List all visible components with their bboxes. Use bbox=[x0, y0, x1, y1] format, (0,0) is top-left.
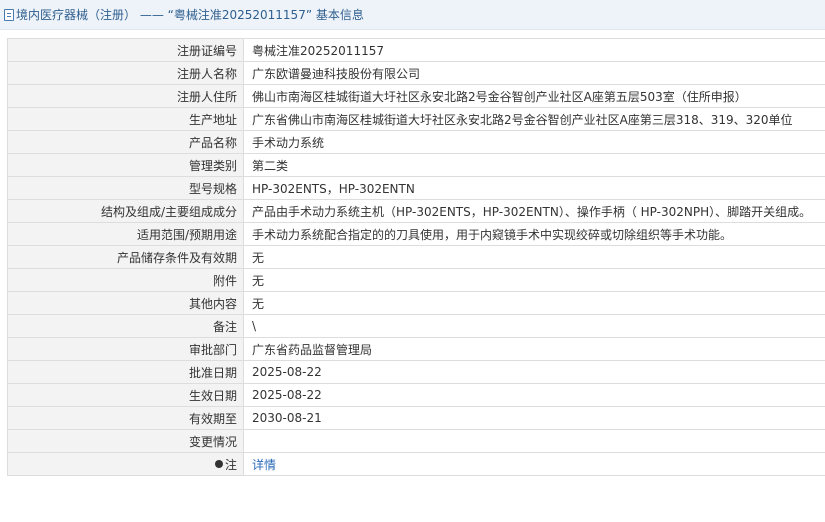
table-row: 审批部门 广东省药品监督管理局 bbox=[7, 337, 825, 361]
table-row: 备注 \ bbox=[7, 314, 825, 338]
row-label: 其他内容 bbox=[7, 291, 244, 315]
row-label: 变更情况 bbox=[7, 429, 244, 453]
row-label: 批准日期 bbox=[7, 360, 244, 384]
table-row: 生产地址 广东省佛山市南海区桂城街道大圩社区永安北路2号金谷智创产业社区A座第三… bbox=[7, 107, 825, 131]
row-label: 注册证编号 bbox=[7, 38, 244, 62]
page-title: 境内医疗器械（注册） —— “粤械注准20252011157” 基本信息 bbox=[16, 8, 364, 22]
row-label: 生产地址 bbox=[7, 107, 244, 131]
table-row: 结构及组成/主要组成成分 产品由手术动力系统主机（HP-302ENTS，HP-3… bbox=[7, 199, 825, 223]
row-label: 附件 bbox=[7, 268, 244, 292]
document-icon bbox=[4, 8, 14, 21]
table-row: 其他内容 无 bbox=[7, 291, 825, 315]
row-value: 2025-08-22 bbox=[243, 360, 825, 384]
row-label: 注册人名称 bbox=[7, 61, 244, 85]
table-row: 适用范围/预期用途 手术动力系统配合指定的的刀具使用，用于内窥镜手术中实现绞碎或… bbox=[7, 222, 825, 246]
table-row: 生效日期 2025-08-22 bbox=[7, 383, 825, 407]
row-value: 手术动力系统 bbox=[243, 130, 825, 154]
table-row: 注册人名称 广东欧谱曼迪科技股份有限公司 bbox=[7, 61, 825, 85]
table-row: 产品名称 手术动力系统 bbox=[7, 130, 825, 154]
row-label: 有效期至 bbox=[7, 406, 244, 430]
info-table-container: 注册证编号 粤械注准20252011157 注册人名称 广东欧谱曼迪科技股份有限… bbox=[7, 38, 825, 476]
row-value: 2025-08-22 bbox=[243, 383, 825, 407]
row-label: 注册人住所 bbox=[7, 84, 244, 108]
row-value: 广东欧谱曼迪科技股份有限公司 bbox=[243, 61, 825, 85]
bulb-icon bbox=[214, 460, 223, 468]
note-label: 注 bbox=[224, 457, 237, 472]
row-label: 审批部门 bbox=[7, 337, 244, 361]
row-value: 手术动力系统配合指定的的刀具使用，用于内窥镜手术中实现绞碎或切除组织等手术功能。 bbox=[243, 222, 825, 246]
table-row: 型号规格 HP-302ENTS，HP-302ENTN bbox=[7, 176, 825, 200]
details-link[interactable]: 详情 bbox=[252, 458, 276, 472]
row-value: 无 bbox=[243, 291, 825, 315]
table-row: 管理类别 第二类 bbox=[7, 153, 825, 177]
row-value: 产品由手术动力系统主机（HP-302ENTS，HP-302ENTN）、操作手柄（… bbox=[243, 199, 825, 223]
table-row: 附件 无 bbox=[7, 268, 825, 292]
row-label: 适用范围/预期用途 bbox=[7, 222, 244, 246]
note-value-cell: 详情 bbox=[243, 452, 825, 476]
row-label: 管理类别 bbox=[7, 153, 244, 177]
row-value: 2030-08-21 bbox=[243, 406, 825, 430]
row-label: 产品名称 bbox=[7, 130, 244, 154]
row-value: 第二类 bbox=[243, 153, 825, 177]
row-value: 粤械注准20252011157 bbox=[243, 38, 825, 62]
note-row: 注 详情 bbox=[7, 452, 825, 476]
row-value: 无 bbox=[243, 245, 825, 269]
row-value: 广东省佛山市南海区桂城街道大圩社区永安北路2号金谷智创产业社区A座第三层318、… bbox=[243, 107, 825, 131]
note-label-cell: 注 bbox=[7, 452, 244, 476]
row-label: 型号规格 bbox=[7, 176, 244, 200]
table-row: 批准日期 2025-08-22 bbox=[7, 360, 825, 384]
row-label: 产品储存条件及有效期 bbox=[7, 245, 244, 269]
row-value: 无 bbox=[243, 268, 825, 292]
table-row: 注册证编号 粤械注准20252011157 bbox=[7, 38, 825, 62]
table-row: 有效期至 2030-08-21 bbox=[7, 406, 825, 430]
table-row: 变更情况 bbox=[7, 429, 825, 453]
row-value: HP-302ENTS，HP-302ENTN bbox=[243, 176, 825, 200]
row-label: 备注 bbox=[7, 314, 244, 338]
row-label: 生效日期 bbox=[7, 383, 244, 407]
page-header: 境内医疗器械（注册） —— “粤械注准20252011157” 基本信息 bbox=[0, 0, 825, 30]
table-row: 注册人住所 佛山市南海区桂城街道大圩社区永安北路2号金谷智创产业社区A座第五层5… bbox=[7, 84, 825, 108]
row-value: 佛山市南海区桂城街道大圩社区永安北路2号金谷智创产业社区A座第五层503室（住所… bbox=[243, 84, 825, 108]
row-value bbox=[243, 429, 825, 453]
info-table: 注册证编号 粤械注准20252011157 注册人名称 广东欧谱曼迪科技股份有限… bbox=[7, 38, 825, 476]
table-row: 产品储存条件及有效期 无 bbox=[7, 245, 825, 269]
row-value: \ bbox=[243, 314, 825, 338]
row-value: 广东省药品监督管理局 bbox=[243, 337, 825, 361]
row-label: 结构及组成/主要组成成分 bbox=[7, 199, 244, 223]
